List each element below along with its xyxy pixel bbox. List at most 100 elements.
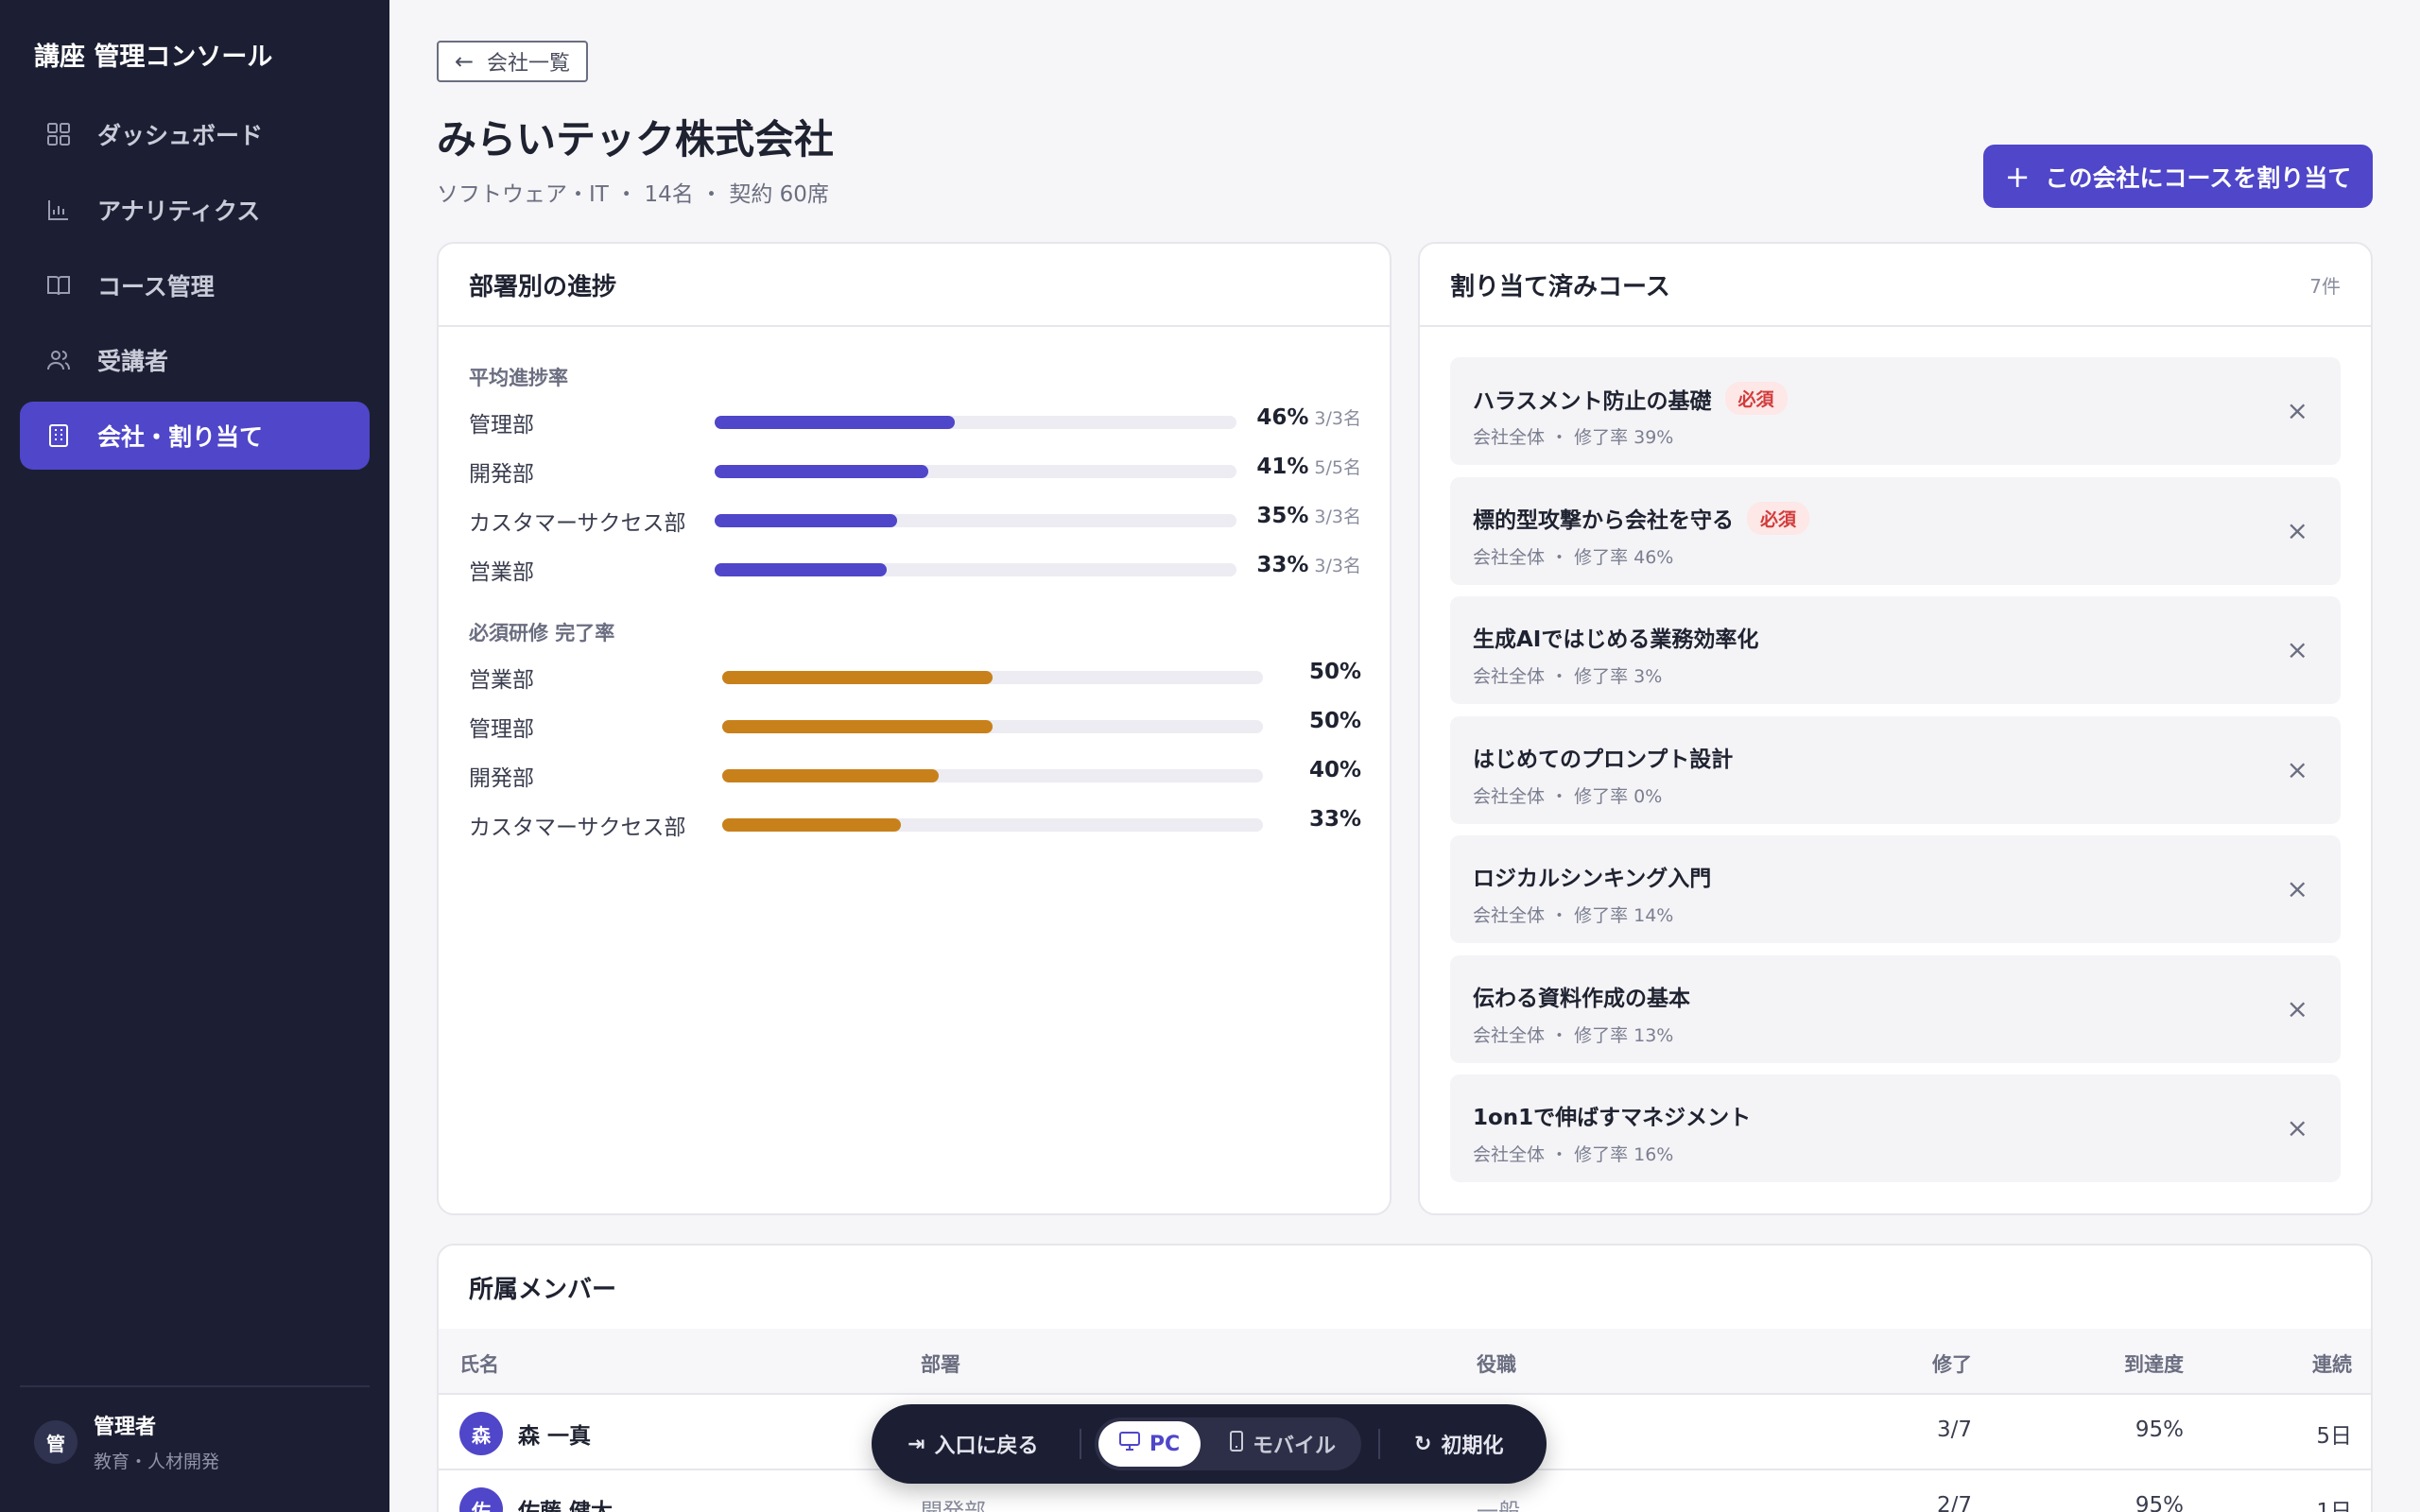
course-title-row: 伝わる資料作成の基本 <box>1473 980 1690 1012</box>
back-label: 会社一覧 <box>487 52 571 76</box>
mobile-label: モバイル <box>1252 1435 1336 1458</box>
course-item[interactable]: ロジカルシンキング入門 会社全体 ・ 修了率 14% × <box>1450 835 2341 943</box>
required-badge: 必須 <box>1724 382 1788 415</box>
percent-value: 50% <box>1308 660 1361 684</box>
required-badge: 必須 <box>1747 501 1810 535</box>
sidebar-item-analytics[interactable]: アナリティクス <box>20 176 370 244</box>
card-title: 部署別の進捗 <box>469 272 617 301</box>
course-title-row: 1on1で伸ばすマネジメント <box>1473 1099 1751 1131</box>
page-title: みらいテック株式会社 <box>437 116 835 163</box>
progress-track <box>715 563 1236 576</box>
course-meta: 会社全体 ・ 修了率 16% <box>1473 1144 1674 1165</box>
progress-fill <box>715 514 898 527</box>
card-title: 割り当て済みコース <box>1450 272 1670 301</box>
course-item[interactable]: ハラスメント防止の基礎 必須 会社全体 ・ 修了率 39% × <box>1450 357 2341 465</box>
course-meta: 会社全体 ・ 修了率 46% <box>1473 546 1674 568</box>
divider <box>20 1385 370 1387</box>
member-name: 森 一真 <box>518 1424 592 1449</box>
percent-value: 35% <box>1256 504 1309 528</box>
course-item[interactable]: 生成AIではじめる業務効率化 会社全体 ・ 修了率 3% × <box>1450 596 2341 704</box>
close-icon[interactable]: × <box>2287 515 2308 546</box>
sidebar-item-label: 会社・割り当て <box>97 423 264 451</box>
course-title-row: 生成AIではじめる業務効率化 <box>1473 621 1758 653</box>
percent-value: 33% <box>1308 807 1361 832</box>
close-icon[interactable]: × <box>2287 754 2308 785</box>
progress-row: 営業部 33% 3/3名 <box>469 550 1361 588</box>
course-title-row: 標的型攻撃から会社を守る 必須 <box>1473 501 1810 535</box>
member-dept: 開発部 <box>921 1500 986 1512</box>
phone-icon <box>1229 1431 1243 1457</box>
progress-track <box>722 769 1263 782</box>
dept-name: 開発部 <box>469 462 534 487</box>
divider <box>1080 1429 1081 1459</box>
back-to-entrance-button[interactable]: ⇥ 入口に戻る <box>908 1418 1038 1470</box>
back-to-entrance-label: 入口に戻る <box>934 1435 1039 1458</box>
course-item[interactable]: 伝わる資料作成の基本会社全体 ・ 修了率 13% × <box>1450 954 2341 1063</box>
percent-value: 50% <box>1308 709 1361 733</box>
column-header-role[interactable]: 役職 <box>1477 1349 1516 1378</box>
dept-name: 管理部 <box>469 717 534 742</box>
sidebar-item-courses[interactable]: コース管理 <box>20 251 370 319</box>
close-icon[interactable]: × <box>2287 873 2308 904</box>
course-item[interactable]: 標的型攻撃から会社を守る 必須会社全体 ・ 修了率 46% × <box>1450 476 2341 585</box>
member-reach: 95% <box>2135 1418 2184 1442</box>
users-icon <box>43 344 75 376</box>
course-name: 生成AIではじめる業務効率化 <box>1473 627 1759 652</box>
avatar[interactable]: 管 <box>34 1420 78 1464</box>
arrow-left-icon: ← <box>454 48 475 75</box>
course-meta: 会社全体 ・ 修了率 14% <box>1473 905 1674 926</box>
dept-name: カスタマーサクセス部 <box>469 511 686 536</box>
progress-fill <box>715 465 929 478</box>
reset-button[interactable]: ↻ 初期化 <box>1414 1418 1503 1470</box>
close-icon[interactable]: × <box>2287 395 2308 426</box>
course-name: 1on1で伸ばすマネジメント <box>1473 1106 1752 1130</box>
sidebar-item-learners[interactable]: 受講者 <box>20 326 370 394</box>
monitor-icon <box>1118 1432 1140 1456</box>
progress-percent: 40% <box>1309 758 1361 782</box>
member-count: 3/3名 <box>1314 507 1361 527</box>
grid-icon <box>43 118 75 150</box>
member-reach: 95% <box>2135 1493 2184 1512</box>
close-icon[interactable]: × <box>2287 993 2308 1024</box>
percent-value: 46% <box>1256 405 1309 430</box>
progress-percent: 33% <box>1309 807 1361 832</box>
course-item[interactable]: はじめてのプロンプト設計 会社全体 ・ 修了率 0% × <box>1450 715 2341 824</box>
progress-row: 管理部 46% 3/3名 <box>469 403 1361 440</box>
progress-track <box>722 720 1263 733</box>
course-item[interactable]: 1on1で伸ばすマネジメント 会社全体 ・ 修了率 16% × <box>1450 1074 2341 1182</box>
percent-value: 33% <box>1256 553 1309 577</box>
close-icon[interactable]: × <box>2287 634 2308 665</box>
member-streak: 1日 <box>2316 1500 2352 1512</box>
member-streak: 5日 <box>2316 1424 2352 1449</box>
dept-name: カスタマーサクセス部 <box>469 816 686 840</box>
sidebar-item-label: 受講者 <box>97 348 169 375</box>
course-name: ロジカルシンキング入門 <box>1473 867 1712 891</box>
column-header-dept[interactable]: 部署 <box>921 1349 960 1378</box>
column-header-streak[interactable]: 連続 <box>2312 1349 2352 1378</box>
course-meta: 会社全体 ・ 修了率 13% <box>1473 1024 1674 1046</box>
card-header: 部署別の進捗 <box>439 244 1390 327</box>
progress-row: カスタマーサクセス部 35% 3/3名 <box>469 501 1361 539</box>
department-progress-card: 部署別の進捗 平均進捗率 管理部 46% 3/3名 開発部 41% 5/5名 カスタマーサク… <box>437 242 1392 1215</box>
pc-toggle-button[interactable]: PC <box>1098 1421 1201 1467</box>
member-done: 3/7 <box>1936 1418 1972 1442</box>
course-meta: 会社全体 ・ 修了率 0% <box>1473 785 1663 807</box>
course-name: はじめてのプロンプト設計 <box>1473 747 1734 772</box>
progress-row: カスタマーサクセス部 33% <box>469 805 1361 843</box>
column-header-reach[interactable]: 到達度 <box>2124 1349 2184 1378</box>
assign-course-button[interactable]: + この会社にコースを割り当て <box>1983 145 2373 208</box>
assign-course-label: この会社にコースを割り当て <box>2045 163 2352 192</box>
sidebar-item-dashboard[interactable]: ダッシュボード <box>20 100 370 168</box>
user-role: 教育・人材開発 <box>94 1452 220 1472</box>
progress-track <box>715 465 1236 478</box>
building-icon <box>43 420 75 452</box>
mobile-toggle-button[interactable]: モバイル <box>1212 1421 1354 1467</box>
close-icon[interactable]: × <box>2287 1112 2308 1143</box>
sidebar-item-companies[interactable]: 会社・割り当て <box>20 402 370 470</box>
column-header-name[interactable]: 氏名 <box>459 1349 499 1378</box>
back-to-companies-button[interactable]: ← 会社一覧 <box>437 41 588 82</box>
avg-progress-label: 平均進捗率 <box>469 367 568 389</box>
avatar: 森 <box>459 1412 503 1455</box>
progress-row: 開発部 41% 5/5名 <box>469 452 1361 490</box>
column-header-done[interactable]: 修了 <box>1932 1349 1972 1378</box>
